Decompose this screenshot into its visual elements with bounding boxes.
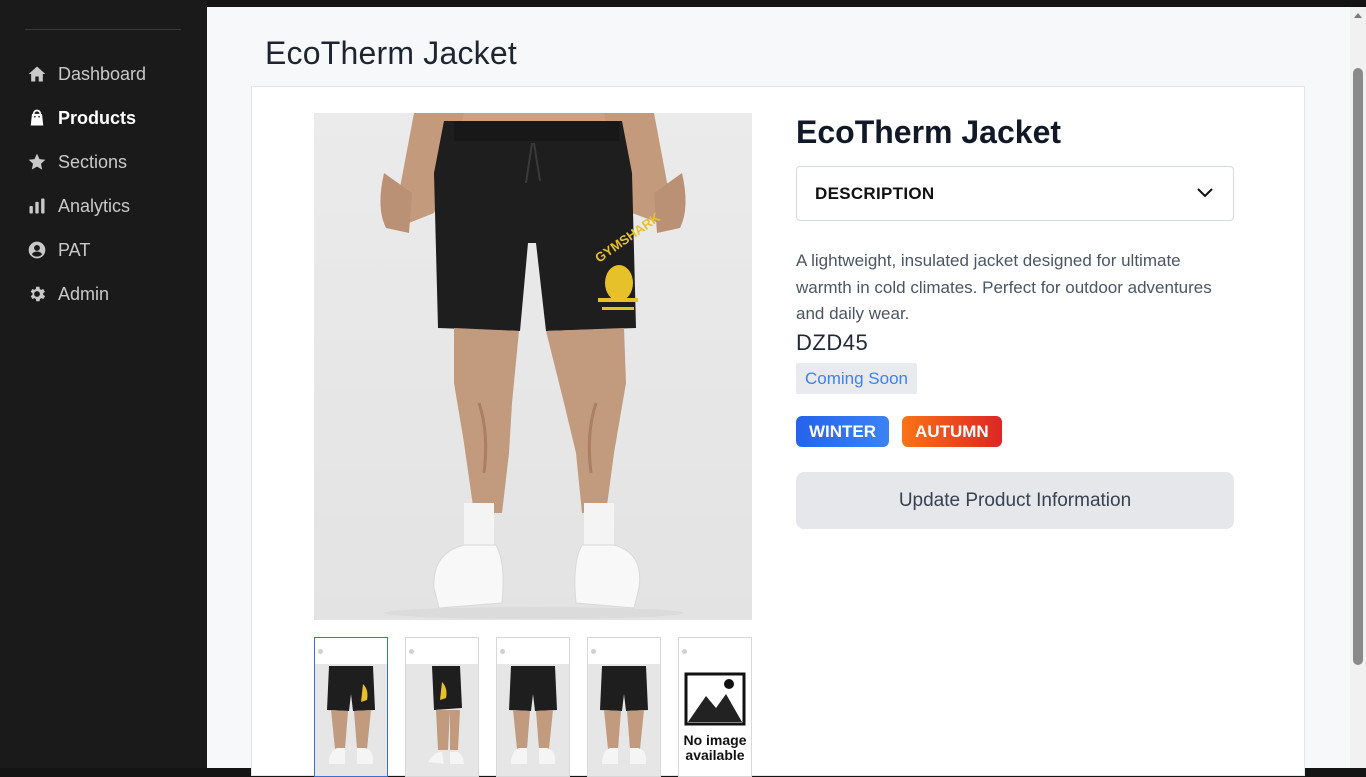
thumbnail-indicator (682, 649, 687, 654)
sidebar-item-pat[interactable]: PAT (26, 228, 196, 272)
thumbnail-back[interactable] (587, 637, 661, 777)
sidebar-item-label: Dashboard (58, 63, 147, 84)
scrollbar-thumb[interactable] (1353, 68, 1363, 665)
accordion-label: DESCRIPTION (815, 183, 935, 203)
thumbnail-strip: No image available (314, 637, 769, 777)
thumbnail-illustration (327, 666, 375, 764)
sidebar-item-label: Sections (58, 151, 128, 172)
sidebar-nav: Dashboard Products Sections Analytics PA… (26, 52, 196, 316)
scroll-up-arrow-icon[interactable] (1354, 13, 1362, 18)
thumbnail-indicator (500, 649, 505, 654)
product-name: EcoTherm Jacket (796, 114, 1062, 150)
thumbnail-illustration (428, 666, 464, 764)
user-circle-icon (26, 239, 48, 261)
product-photo-illustration: GYMSHARK (380, 113, 686, 619)
home-icon (26, 63, 48, 85)
scrollbar[interactable] (1350, 7, 1366, 768)
sidebar-item-label: Admin (58, 283, 110, 304)
thumbnail-image (315, 664, 387, 776)
page-title: EcoTherm Jacket (265, 35, 517, 71)
thumbnail-image (497, 664, 569, 776)
no-image-text: No image available (683, 732, 747, 763)
tag-list: WINTER AUTUMN (796, 416, 1015, 447)
sidebar-item-dashboard[interactable]: Dashboard (26, 52, 196, 96)
chevron-down-icon (1197, 188, 1213, 198)
sidebar-item-label: Products (58, 107, 137, 128)
sidebar-item-admin[interactable]: Admin (26, 272, 196, 316)
product-price: DZD45 (796, 330, 869, 355)
product-description: A lightweight, insulated jacket designed… (796, 251, 1212, 323)
description-accordion[interactable]: DESCRIPTION (796, 166, 1234, 221)
thumbnail-illustration (509, 666, 557, 764)
thumbnail-front[interactable] (314, 637, 388, 777)
tag-autumn: AUTUMN (902, 416, 1002, 447)
sidebar-item-sections[interactable]: Sections (26, 140, 196, 184)
sidebar-divider (25, 29, 181, 30)
status-badge: Coming Soon (796, 363, 918, 394)
sidebar-item-analytics[interactable]: Analytics (26, 184, 196, 228)
gear-icon (26, 283, 48, 305)
sidebar-item-label: PAT (58, 239, 91, 260)
sidebar-item-label: Analytics (58, 195, 131, 216)
sidebar-item-products[interactable]: Products (26, 96, 196, 140)
update-product-button[interactable]: Update Product Information (796, 472, 1234, 529)
thumbnail-indicator (591, 649, 596, 654)
thumbnail-image (588, 664, 660, 776)
shopping-bag-icon (26, 107, 48, 129)
sidebar: Dashboard Products Sections Analytics PA… (0, 0, 207, 768)
thumbnail-illustration (600, 666, 648, 764)
thumbnail-image (406, 664, 478, 776)
thumbnail-placeholder[interactable]: No image available (678, 637, 752, 777)
tag-winter: WINTER (796, 416, 890, 447)
thumbnail-indicator (409, 649, 414, 654)
product-main-image: GYMSHARK (314, 113, 752, 620)
bar-chart-icon (26, 195, 48, 217)
thumbnail-front-2[interactable] (496, 637, 570, 777)
star-icon (26, 151, 48, 173)
image-placeholder-icon (684, 672, 746, 726)
thumbnail-side[interactable] (405, 637, 479, 777)
thumbnail-indicator (318, 649, 323, 654)
